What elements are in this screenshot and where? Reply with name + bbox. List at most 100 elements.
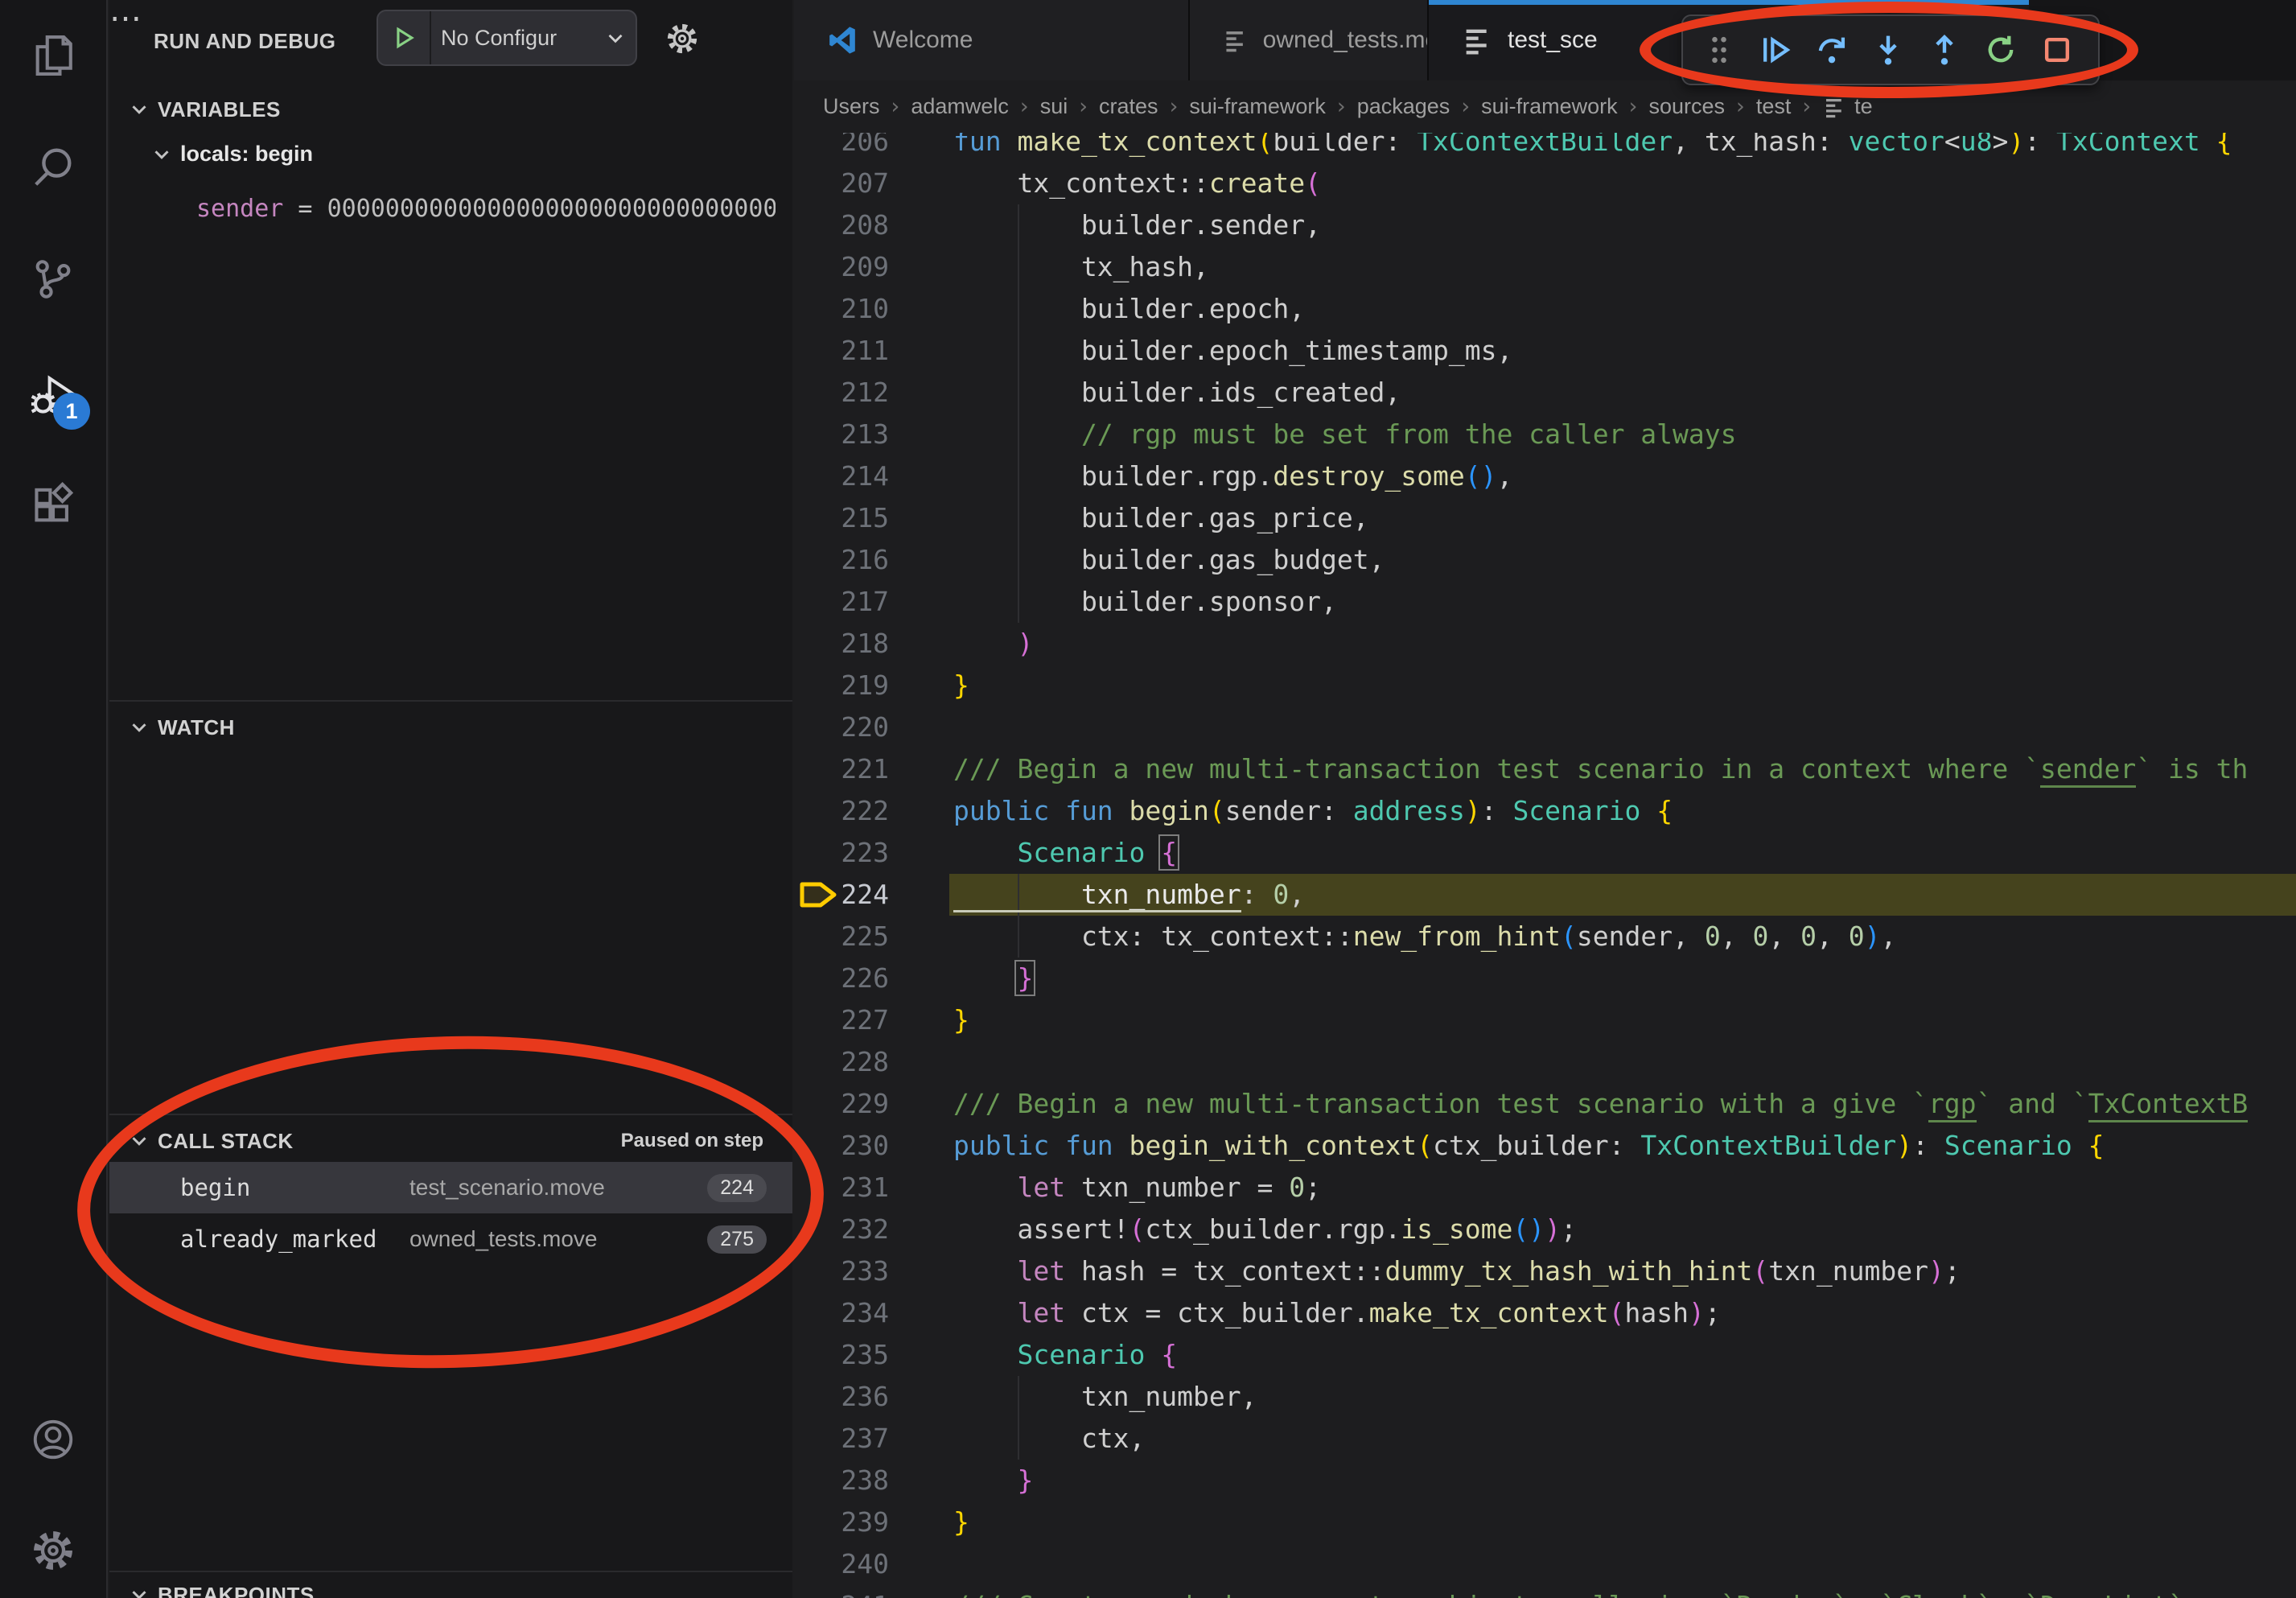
code-line[interactable]: 216 builder.gas_budget,	[794, 539, 2296, 581]
step-over-button[interactable]	[1804, 22, 1860, 78]
breadcrumb-item[interactable]: crates	[1099, 94, 1158, 119]
breadcrumb-item[interactable]: adamwelc	[911, 94, 1009, 119]
line-number[interactable]: 222	[794, 790, 889, 832]
code-line[interactable]: 236 txn_number,	[794, 1376, 2296, 1418]
line-number[interactable]: 217	[794, 581, 889, 623]
line-number[interactable]: 234	[794, 1292, 889, 1334]
code-line[interactable]: 229/// Begin a new multi-transaction tes…	[794, 1083, 2296, 1125]
line-number[interactable]: 216	[794, 539, 889, 581]
code-line[interactable]: 237 ctx,	[794, 1418, 2296, 1460]
line-number[interactable]: 229	[794, 1083, 889, 1125]
breadcrumb-item[interactable]: sources	[1648, 94, 1725, 119]
code-line[interactable]: 235 Scenario {	[794, 1334, 2296, 1376]
line-number[interactable]: 227	[794, 999, 889, 1041]
line-number[interactable]: 212	[794, 372, 889, 414]
line-number[interactable]: 218	[794, 623, 889, 665]
line-number[interactable]: 224	[794, 874, 889, 916]
line-number[interactable]: 228	[794, 1041, 889, 1083]
code-line[interactable]: 213 // rgp must be set from the caller a…	[794, 414, 2296, 455]
line-number[interactable]: 231	[794, 1167, 889, 1209]
code-editor[interactable]: 206fun make_tx_context(builder: TxContex…	[794, 0, 2296, 1598]
code-line[interactable]: 228	[794, 1041, 2296, 1083]
code-line[interactable]: 214 builder.rgp.destroy_some(),	[794, 455, 2296, 497]
code-line[interactable]: 240	[794, 1543, 2296, 1585]
code-line[interactable]: 219}	[794, 665, 2296, 706]
code-line[interactable]: 218 )	[794, 623, 2296, 665]
code-line[interactable]: 207 tx_context::create(	[794, 163, 2296, 204]
code-line[interactable]: 239}	[794, 1501, 2296, 1543]
code-line[interactable]: 241/// Creates and shares system objects…	[794, 1585, 2296, 1598]
step-into-button[interactable]	[1860, 22, 1916, 78]
line-number[interactable]: 215	[794, 497, 889, 539]
line-number[interactable]: 210	[794, 288, 889, 330]
breadcrumb-item[interactable]: sui-framework	[1189, 94, 1326, 119]
line-number[interactable]: 208	[794, 204, 889, 246]
launch-config-dropdown[interactable]: No Configur	[376, 10, 637, 66]
stop-button[interactable]	[2029, 22, 2085, 78]
search-icon[interactable]	[30, 143, 76, 190]
code-line[interactable]: 223 Scenario {	[794, 832, 2296, 874]
line-number[interactable]: 209	[794, 246, 889, 288]
start-debug-button[interactable]	[378, 11, 431, 64]
explorer-icon[interactable]	[30, 32, 76, 79]
code-line[interactable]: 208 builder.sender,	[794, 204, 2296, 246]
code-line[interactable]: 212 builder.ids_created,	[794, 372, 2296, 414]
account-icon[interactable]	[30, 1416, 76, 1463]
line-number[interactable]: 232	[794, 1209, 889, 1250]
code-line[interactable]: 225 ctx: tx_context::new_from_hint(sende…	[794, 916, 2296, 958]
code-line[interactable]: 215 builder.gas_price,	[794, 497, 2296, 539]
line-number[interactable]: 220	[794, 706, 889, 748]
toolbar-drag-handle-icon[interactable]	[1691, 22, 1747, 78]
code-line[interactable]: 233 let hash = tx_context::dummy_tx_hash…	[794, 1250, 2296, 1292]
extensions-icon[interactable]	[30, 481, 76, 528]
line-number[interactable]: 211	[794, 330, 889, 372]
code-line[interactable]: 217 builder.sponsor,	[794, 581, 2296, 623]
step-out-button[interactable]	[1916, 22, 1973, 78]
code-line[interactable]: 221/// Begin a new multi-transaction tes…	[794, 748, 2296, 790]
watch-section-header[interactable]: WATCH	[109, 706, 792, 748]
code-line[interactable]: 209 tx_hash,	[794, 246, 2296, 288]
line-number[interactable]: 225	[794, 916, 889, 958]
line-number[interactable]: 221	[794, 748, 889, 790]
breadcrumb-item[interactable]: sui	[1040, 94, 1068, 119]
breadcrumb-item-file[interactable]: te	[1854, 94, 1873, 119]
line-number[interactable]: 213	[794, 414, 889, 455]
code-line[interactable]: 211 builder.epoch_timestamp_ms,	[794, 330, 2296, 372]
variables-section-header[interactable]: VARIABLES	[109, 89, 792, 130]
settings-gear-icon[interactable]	[30, 1527, 76, 1574]
code-line[interactable]: 230public fun begin_with_context(ctx_bui…	[794, 1125, 2296, 1167]
line-number[interactable]: 240	[794, 1543, 889, 1585]
restart-button[interactable]	[1973, 22, 2029, 78]
call-stack-section-header[interactable]: CALL STACK Paused on step	[109, 1120, 792, 1162]
breadcrumb-item[interactable]: packages	[1357, 94, 1450, 119]
breakpoints-section-header[interactable]: BREAKPOINTS	[109, 1574, 792, 1598]
line-number[interactable]: 214	[794, 455, 889, 497]
line-number[interactable]: 235	[794, 1334, 889, 1376]
line-number[interactable]: 207	[794, 163, 889, 204]
code-line[interactable]: 231 let txn_number = 0;	[794, 1167, 2296, 1209]
line-number[interactable]: 233	[794, 1250, 889, 1292]
variable-row[interactable]: sender = 0000000000000000000000000000000…	[196, 195, 776, 223]
code-line[interactable]: 234 let ctx = ctx_builder.make_tx_contex…	[794, 1292, 2296, 1334]
tab-owned-tests[interactable]: owned_tests.move	[1190, 0, 1429, 80]
tab-welcome[interactable]: Welcome	[794, 0, 1190, 80]
code-line[interactable]: 222public fun begin(sender: address): Sc…	[794, 790, 2296, 832]
code-line[interactable]: 226 }	[794, 958, 2296, 999]
line-number[interactable]: 236	[794, 1376, 889, 1418]
breadcrumb-item[interactable]: Users	[823, 94, 880, 119]
variables-scope-row[interactable]: locals: begin	[150, 142, 313, 167]
line-number[interactable]: 239	[794, 1501, 889, 1543]
breadcrumb-item[interactable]: test	[1756, 94, 1792, 119]
call-stack-frame[interactable]: already_markedowned_tests.move275	[109, 1213, 792, 1265]
code-line[interactable]: 238 }	[794, 1460, 2296, 1501]
line-number[interactable]: 226	[794, 958, 889, 999]
code-line-current[interactable]: 224 txn_number: 0,	[794, 874, 2296, 916]
line-number[interactable]: 230	[794, 1125, 889, 1167]
code-line[interactable]: 220	[794, 706, 2296, 748]
continue-button[interactable]	[1747, 22, 1804, 78]
line-number[interactable]: 223	[794, 832, 889, 874]
code-line[interactable]: 232 assert!(ctx_builder.rgp.is_some());	[794, 1209, 2296, 1250]
call-stack-frame[interactable]: begintest_scenario.move224	[109, 1162, 792, 1213]
code-line[interactable]: 210 builder.epoch,	[794, 288, 2296, 330]
line-number[interactable]: 237	[794, 1418, 889, 1460]
